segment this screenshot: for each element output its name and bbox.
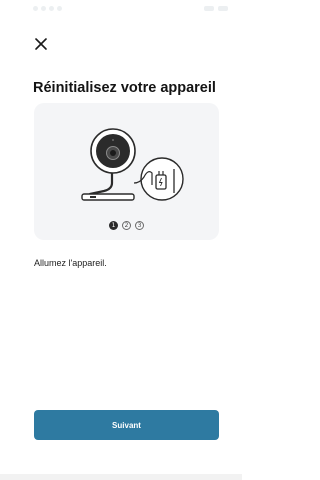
step-indicator-1: 1 [109,221,118,230]
status-dot [49,6,54,11]
status-indicators-right [204,6,228,11]
illustration-graphic [81,128,184,201]
status-indicators-left [33,6,62,11]
status-dot [41,6,46,11]
instruction-text: Allumez l'appareil. [34,258,107,268]
bottom-bar [0,474,242,480]
status-dot [33,6,38,11]
step-indicators: 1 2 3 [34,221,219,230]
next-button[interactable]: Suivant [34,410,219,440]
status-bar [0,0,242,22]
step-indicator-3: 3 [135,221,144,230]
status-block [218,6,228,11]
camera-icon [81,128,136,201]
reset-device-screen: Réinitialisez votre appareil 1 2 3 Allum… [0,0,242,480]
power-plug-icon [133,157,184,201]
status-dot [57,6,62,11]
status-block [204,6,214,11]
close-icon [35,38,47,50]
step-indicator-2: 2 [122,221,131,230]
device-illustration: 1 2 3 [34,103,219,240]
close-button[interactable] [34,37,48,51]
page-title: Réinitialisez votre appareil [33,80,216,96]
